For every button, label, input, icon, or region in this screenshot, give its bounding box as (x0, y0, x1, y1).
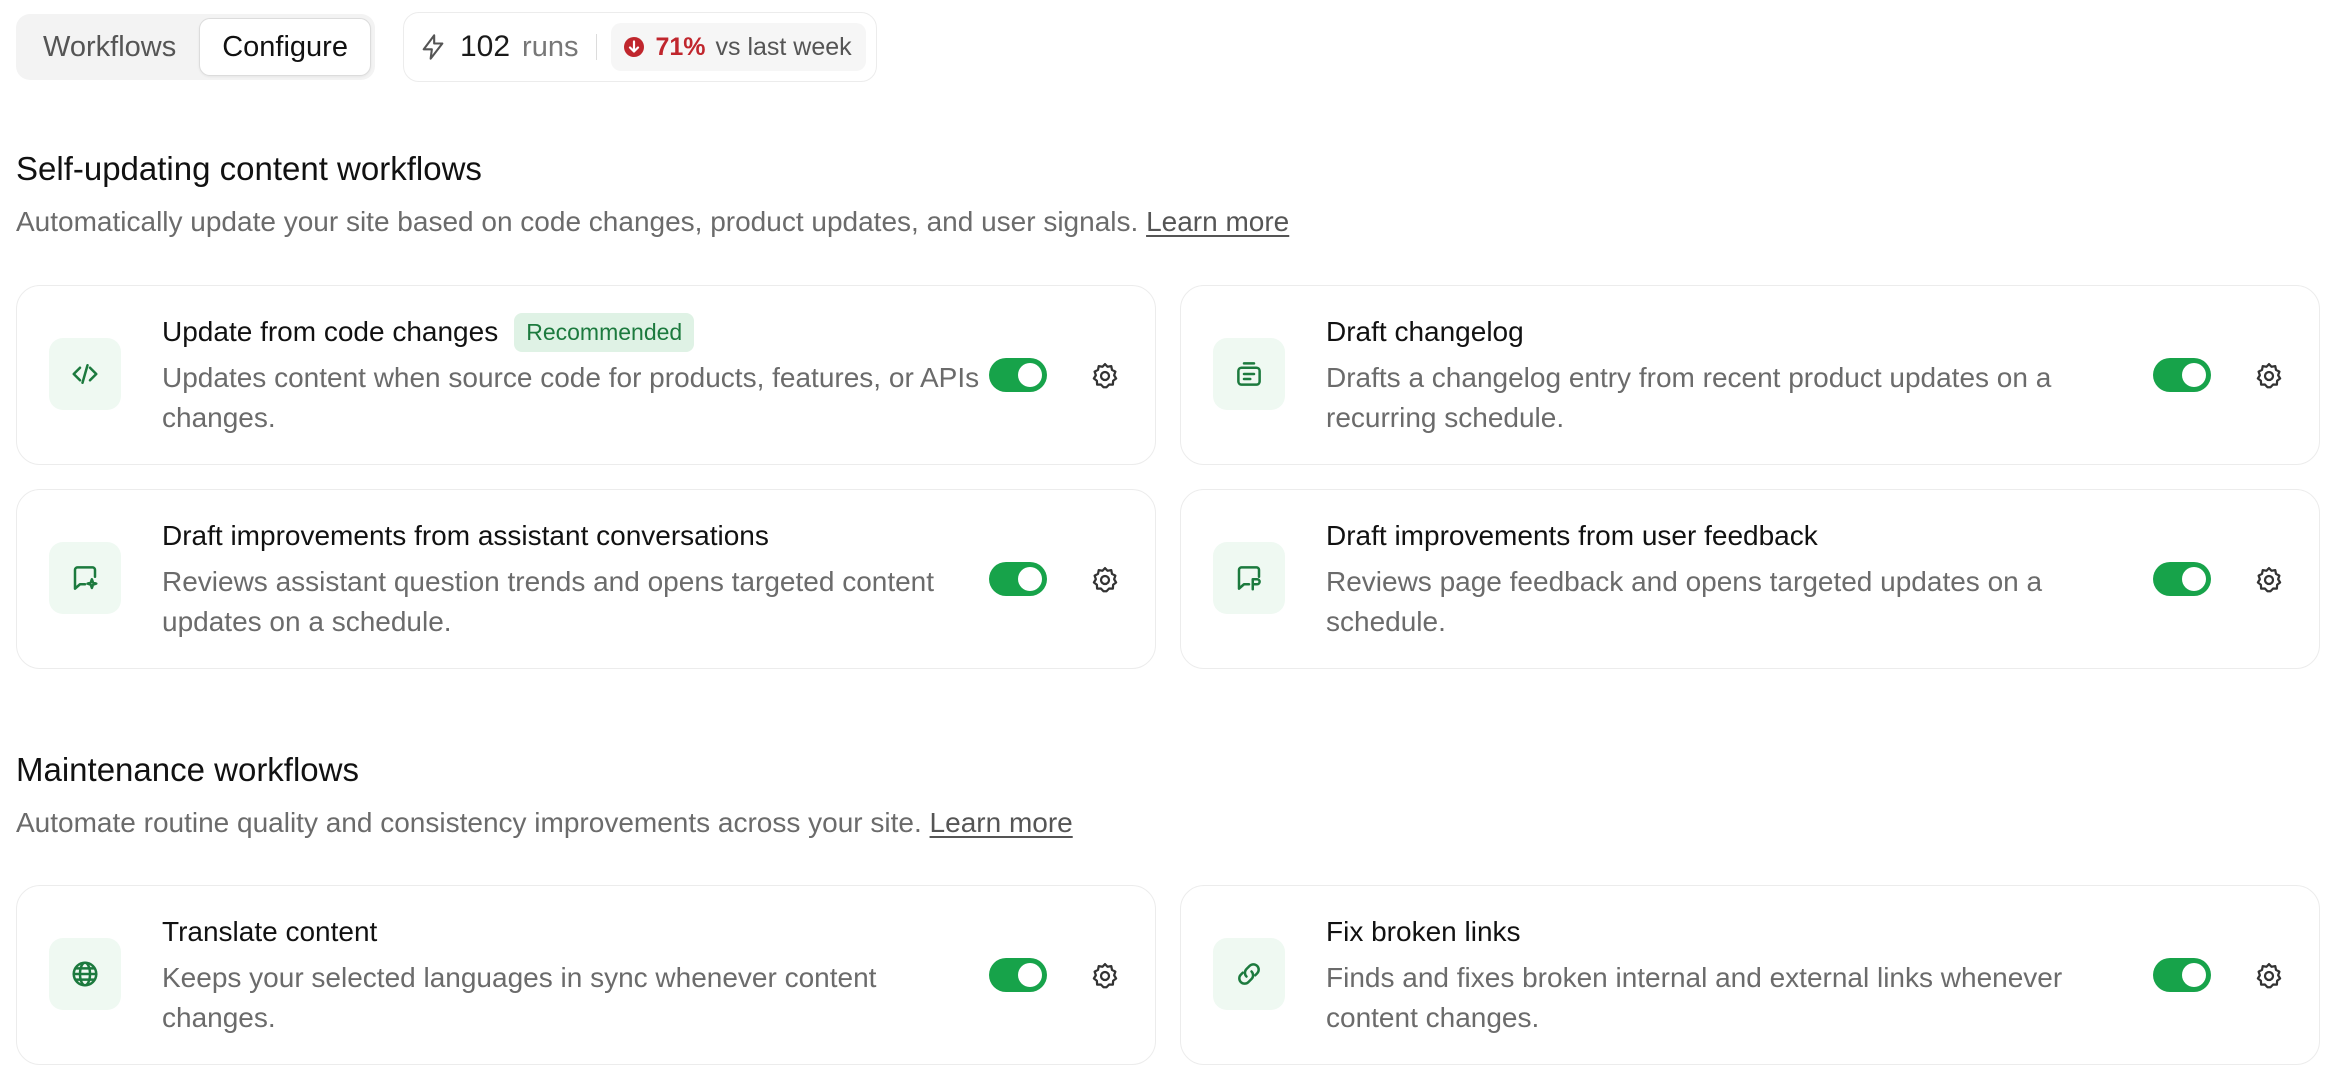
runs-count: 102 (459, 30, 511, 63)
workflow-title: Draft improvements from assistant conver… (162, 516, 769, 556)
workflow-title: Draft improvements from user feedback (1326, 516, 1818, 556)
workflow-card-update-from-code: Update from code changes Recommended Upd… (16, 285, 1156, 465)
workflow-enable-toggle[interactable] (989, 562, 1047, 596)
tab-configure[interactable]: Configure (199, 18, 371, 76)
top-bar: Workflows Configure 102 runs 71% vs last… (16, 12, 877, 82)
code-icon (49, 338, 121, 410)
section-description-self-updating: Automatically update your site based on … (16, 206, 1289, 238)
feedback-icon (1213, 542, 1285, 614)
recommended-badge: Recommended (514, 312, 695, 352)
toggle-knob (2182, 567, 2206, 591)
workflow-enable-toggle[interactable] (2153, 958, 2211, 992)
gear-icon[interactable] (2253, 960, 2285, 992)
workflow-title: Translate content (162, 912, 377, 952)
gear-icon[interactable] (2253, 360, 2285, 392)
workflow-title-text: Translate content (162, 916, 378, 947)
workflow-enable-toggle[interactable] (2153, 562, 2211, 596)
workflow-title-text: Draft changelog (1326, 316, 1524, 347)
link-icon (1213, 938, 1285, 1010)
workflow-title: Update from code changes Recommended (162, 312, 695, 352)
trend-badge: 71% vs last week (611, 23, 866, 71)
workflow-card-user-feedback: Draft improvements from user feedback Re… (1180, 489, 2320, 669)
workflow-description: Updates content when source code for pro… (162, 362, 980, 433)
workflow-title-text: Update from code changes (162, 316, 499, 347)
bolt-icon (418, 32, 448, 62)
toggle-knob (1018, 963, 1042, 987)
workflow-enable-toggle[interactable] (989, 958, 1047, 992)
chat-sparkle-icon (49, 542, 121, 614)
workflow-title: Fix broken links (1326, 912, 1521, 952)
toggle-knob (2182, 963, 2206, 987)
workflow-title-text: Fix broken links (1326, 916, 1521, 947)
tab-workflows[interactable]: Workflows (20, 18, 199, 76)
globe-icon (49, 938, 121, 1010)
workflow-description: Reviews assistant question trends and op… (162, 566, 935, 637)
learn-more-link[interactable]: Learn more (1146, 206, 1289, 237)
workflow-title: Draft changelog (1326, 312, 1524, 352)
section-title-self-updating: Self-updating content workflows (16, 150, 482, 187)
section-description-text: Automatically update your site based on … (16, 206, 1139, 237)
gear-icon[interactable] (2253, 564, 2285, 596)
section-description-text: Automate routine quality and consistency… (16, 807, 922, 838)
toggle-knob (1018, 567, 1042, 591)
workflow-enable-toggle[interactable] (989, 358, 1047, 392)
workflow-enable-toggle[interactable] (2153, 358, 2211, 392)
gear-icon[interactable] (1089, 564, 1121, 596)
changelog-icon (1213, 338, 1285, 410)
view-tabs: Workflows Configure (16, 14, 375, 80)
gear-icon[interactable] (1089, 960, 1121, 992)
section-title-maintenance: Maintenance workflows (16, 751, 359, 788)
learn-more-link[interactable]: Learn more (930, 807, 1073, 838)
workflow-card-fix-broken-links: Fix broken links Finds and fixes broken … (1180, 885, 2320, 1065)
section-description-maintenance: Automate routine quality and consistency… (16, 807, 1073, 839)
workflow-description: Finds and fixes broken internal and exte… (1326, 962, 2063, 1033)
workflow-description: Reviews page feedback and opens targeted… (1326, 566, 2043, 637)
runs-label: runs (522, 30, 579, 63)
gear-icon[interactable] (1089, 360, 1121, 392)
arrow-down-circle-icon (623, 36, 645, 58)
workflow-card-draft-changelog: Draft changelog Drafts a changelog entry… (1180, 285, 2320, 465)
workflow-card-translate-content: Translate content Keeps your selected la… (16, 885, 1156, 1065)
workflow-description: Keeps your selected languages in sync wh… (162, 962, 877, 1033)
workflow-title-text: Draft improvements from user feedback (1326, 520, 1818, 551)
workflow-card-assistant-conversations: Draft improvements from assistant conver… (16, 489, 1156, 669)
runs-stats: 102 runs 71% vs last week (402, 12, 877, 82)
workflow-title-text: Draft improvements from assistant conver… (162, 520, 769, 551)
trend-value: 71% (655, 32, 706, 61)
stats-divider (596, 34, 598, 60)
workflow-description: Drafts a changelog entry from recent pro… (1326, 362, 2052, 433)
toggle-knob (2182, 363, 2206, 387)
trend-label: vs last week (715, 32, 852, 61)
toggle-knob (1018, 363, 1042, 387)
